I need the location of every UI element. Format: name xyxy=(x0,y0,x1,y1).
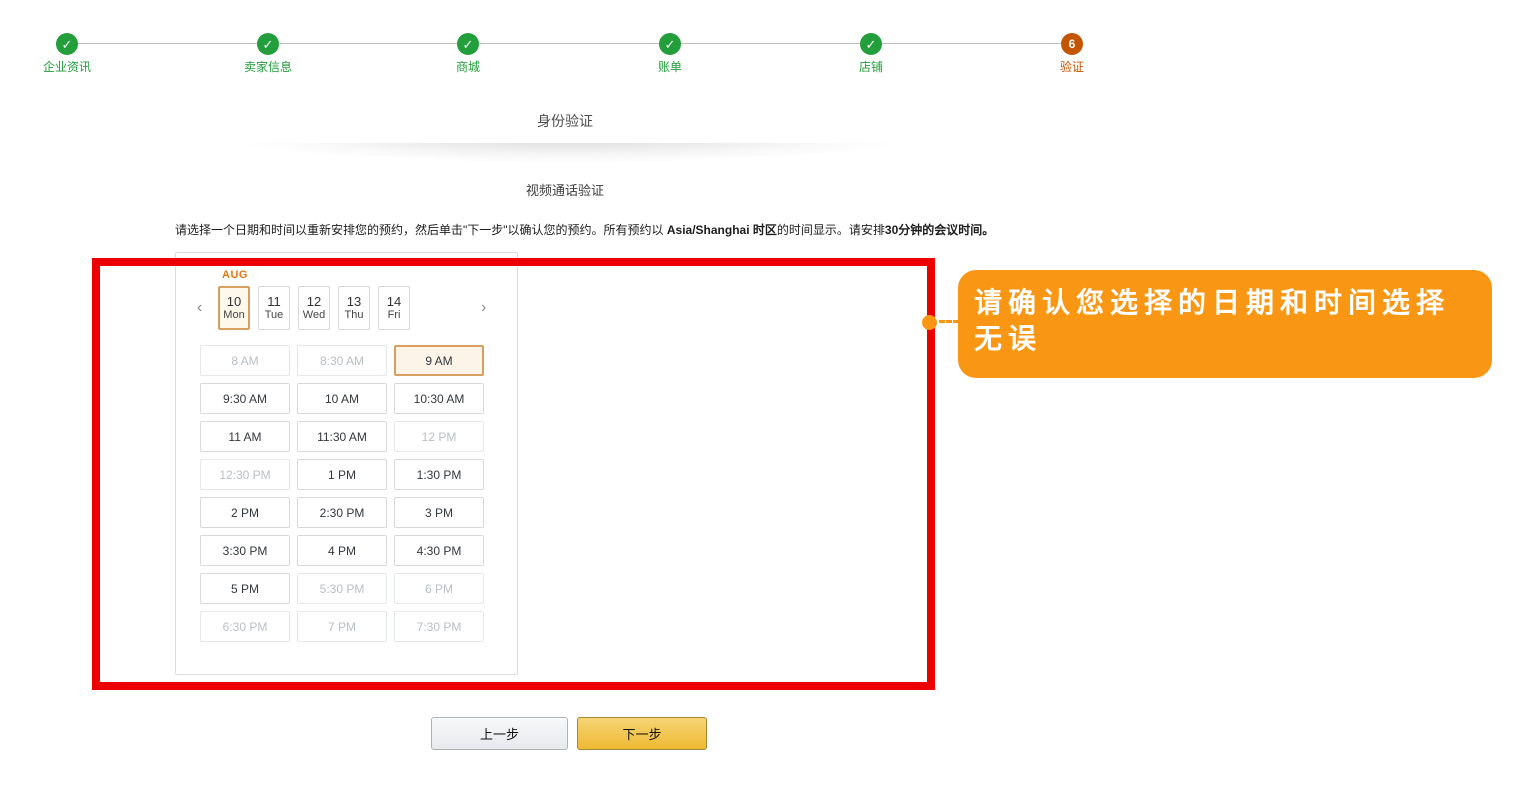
stepper-connector-line xyxy=(67,43,1072,44)
step-label: 卖家信息 xyxy=(244,58,292,75)
instruction-text: 请选择一个日期和时间以重新安排您的预约，然后单击"下一步"以确认您的预约。所有预… xyxy=(175,221,994,238)
date-option-14-fri[interactable]: 14Fri xyxy=(378,286,410,330)
instruction-part: 的时间显示。请安排 xyxy=(777,223,885,237)
time-slot-8-30-am: 8:30 AM xyxy=(297,345,387,376)
date-weekday: Wed xyxy=(303,309,325,322)
date-option-10-mon[interactable]: 10Mon xyxy=(218,286,250,330)
check-icon: ✓ xyxy=(257,33,279,55)
time-slot-7-pm: 7 PM xyxy=(297,611,387,642)
section-title: 视频通话验证 xyxy=(175,180,955,199)
check-icon: ✓ xyxy=(659,33,681,55)
time-slot-6-30-pm: 6:30 PM xyxy=(200,611,290,642)
date-day: 13 xyxy=(347,294,361,309)
next-week-icon[interactable]: › xyxy=(481,300,486,316)
time-slot-5-30-pm: 5:30 PM xyxy=(297,573,387,604)
month-label: AUG xyxy=(222,269,248,281)
time-slot-4-pm[interactable]: 4 PM xyxy=(297,535,387,566)
instruction-duration: 30分钟的会议时间。 xyxy=(885,223,994,237)
step-label: 企业资讯 xyxy=(43,58,91,75)
instruction-part: 请选择一个日期和时间以重新安排您的预约，然后单击"下一步"以确认您的预约。所有预… xyxy=(175,223,667,237)
time-slot-9-30-am[interactable]: 9:30 AM xyxy=(200,383,290,414)
instruction-timezone: Asia/Shanghai 时区 xyxy=(667,223,777,237)
date-day: 11 xyxy=(267,294,281,309)
date-option-12-wed[interactable]: 12Wed xyxy=(298,286,330,330)
time-slot-5-pm[interactable]: 5 PM xyxy=(200,573,290,604)
time-slot-3-pm[interactable]: 3 PM xyxy=(394,497,484,528)
page-title: 身份验证 xyxy=(175,111,955,131)
annotation-connector-dash xyxy=(939,320,959,323)
date-weekday: Tue xyxy=(265,309,284,322)
back-button[interactable]: 上一步 xyxy=(431,717,568,750)
check-icon: ✓ xyxy=(56,33,78,55)
time-slot-4-30-pm[interactable]: 4:30 PM xyxy=(394,535,484,566)
stepper-step-1[interactable]: ✓ 企业资讯 xyxy=(43,33,91,75)
date-option-11-tue[interactable]: 11Tue xyxy=(258,286,290,330)
check-icon: ✓ xyxy=(457,33,479,55)
date-day: 12 xyxy=(307,294,321,309)
time-slot-8-am: 8 AM xyxy=(200,345,290,376)
date-day: 10 xyxy=(227,294,241,309)
step-number-badge: 6 xyxy=(1061,33,1083,55)
date-weekday: Thu xyxy=(345,309,364,322)
time-slot-9-am[interactable]: 9 AM xyxy=(394,345,484,376)
time-slot-12-30-pm: 12:30 PM xyxy=(200,459,290,490)
date-weekday: Fri xyxy=(388,309,401,322)
time-slot-2-30-pm[interactable]: 2:30 PM xyxy=(297,497,387,528)
date-weekday: Mon xyxy=(223,309,244,322)
time-slot-3-30-pm[interactable]: 3:30 PM xyxy=(200,535,290,566)
step-label: 账单 xyxy=(658,58,682,75)
check-icon: ✓ xyxy=(860,33,882,55)
time-slot-11-30-am[interactable]: 11:30 AM xyxy=(297,421,387,452)
time-slot-11-am[interactable]: 11 AM xyxy=(200,421,290,452)
time-slot-7-30-pm: 7:30 PM xyxy=(394,611,484,642)
prev-week-icon[interactable]: ‹ xyxy=(197,300,202,316)
time-slot-1-30-pm[interactable]: 1:30 PM xyxy=(394,459,484,490)
stepper-step-2[interactable]: ✓ 卖家信息 xyxy=(244,33,292,75)
date-day: 14 xyxy=(387,294,401,309)
step-label: 商城 xyxy=(456,58,480,75)
time-slot-10-am[interactable]: 10 AM xyxy=(297,383,387,414)
next-button[interactable]: 下一步 xyxy=(577,717,707,750)
step-label: 店铺 xyxy=(859,58,883,75)
time-slot-12-pm: 12 PM xyxy=(394,421,484,452)
registration-stepper: ✓ 企业资讯 ✓ 卖家信息 ✓ 商城 ✓ 账单 ✓ 店铺 6 验证 xyxy=(0,0,1528,80)
annotation-connector-dot xyxy=(922,315,937,330)
stepper-step-6[interactable]: 6 验证 xyxy=(1060,33,1084,75)
time-slot-2-pm[interactable]: 2 PM xyxy=(200,497,290,528)
section-divider xyxy=(185,143,955,167)
stepper-step-3[interactable]: ✓ 商城 xyxy=(456,33,480,75)
annotation-callout: 请确认您选择的日期和时间选择无误 xyxy=(958,270,1492,378)
registration-page: ✓ 企业资讯 ✓ 卖家信息 ✓ 商城 ✓ 账单 ✓ 店铺 6 验证 身份验证 视频通话验证 请选择一个… xyxy=(0,0,1528,788)
step-label: 验证 xyxy=(1060,58,1084,75)
time-slot-1-pm[interactable]: 1 PM xyxy=(297,459,387,490)
stepper-step-5[interactable]: ✓ 店铺 xyxy=(859,33,883,75)
stepper-step-4[interactable]: ✓ 账单 xyxy=(658,33,682,75)
time-slot-6-pm: 6 PM xyxy=(394,573,484,604)
scheduler-card: AUG ‹ 10Mon11Tue12Wed13Thu14Fri › 8 AM8:… xyxy=(175,252,518,675)
date-option-13-thu[interactable]: 13Thu xyxy=(338,286,370,330)
time-slot-10-30-am[interactable]: 10:30 AM xyxy=(394,383,484,414)
